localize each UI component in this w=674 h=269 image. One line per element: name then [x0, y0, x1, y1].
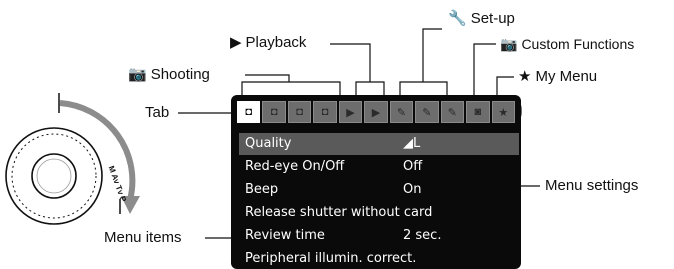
tab-shooting-3[interactable]: ◘	[287, 101, 312, 123]
mymenu-label: ★ My Menu	[518, 68, 598, 85]
tab-shooting-2[interactable]: ◘	[262, 101, 286, 123]
setup-label: 🔧 Set-up	[448, 10, 515, 27]
menu-row[interactable]: Review time 2 sec.	[239, 225, 519, 247]
wrench-icon: ✎	[447, 106, 457, 119]
menu-row[interactable]: Release shutter without card	[239, 202, 519, 224]
wrench-icon: ✎	[396, 106, 407, 119]
camera-icon: 📷	[128, 66, 147, 83]
menu-item-value: Off	[403, 159, 423, 174]
camera-icon: ◘	[321, 106, 329, 118]
menu-settings-label: Menu settings	[545, 177, 639, 194]
tab-playback-1[interactable]: ▶	[338, 101, 363, 123]
playback-icon: ▶	[346, 106, 355, 119]
custom-functions-label: 📷 Custom Functions	[500, 36, 635, 52]
custom-camera-icon: ◙	[474, 106, 482, 118]
menu-row[interactable]: Red-eye On/Off Off	[239, 156, 519, 178]
camera-icon: ◘	[296, 106, 303, 118]
menu-item-label: Review time	[245, 228, 325, 243]
tab-setup-1[interactable]: ✎	[389, 101, 414, 123]
mymenu-leader	[496, 76, 514, 97]
menu-item-value: ◢L	[403, 136, 421, 151]
menu-item-label: Beep	[245, 182, 279, 197]
mode-dial-icon	[5, 127, 103, 225]
playback-leader	[330, 43, 371, 82]
tab-my-menu[interactable]: ★	[491, 101, 515, 123]
menu-tab-bar: ◘ ◘ ◘ ◘ ▶ ▶ ✎ ✎ ✎ ◙ ★	[237, 101, 515, 123]
tab-playback-2[interactable]: ▶	[364, 101, 388, 123]
tab-setup-2[interactable]: ✎	[415, 101, 439, 123]
menu-item-value: On	[403, 182, 422, 197]
playback-label: ▶ Playback	[230, 34, 307, 51]
menu-row[interactable]: Peripheral illumin. correct.	[239, 248, 519, 269]
tab-setup-3[interactable]: ✎	[440, 101, 465, 123]
playback-icon: ▶	[371, 106, 381, 119]
menu-item-label: Peripheral illumin. correct.	[245, 251, 417, 266]
playback-icon: ▶	[230, 34, 242, 51]
tab-shooting-1[interactable]: ◘	[237, 101, 261, 123]
tab-custom-functions[interactable]: ◙	[466, 101, 490, 123]
camera-icon: ◘	[245, 106, 253, 118]
star-icon: ★	[498, 106, 509, 119]
menu-item-label: Quality	[245, 136, 292, 151]
custom-leader	[473, 43, 496, 97]
tab-shooting-4[interactable]: ◘	[313, 101, 337, 123]
lcd-screen: ◘ ◘ ◘ ◘ ▶ ▶ ✎ ✎ ✎ ◙ ★ Quality ◢L Red-eye On/Off Off Be…	[231, 95, 521, 269]
star-icon: ★	[518, 68, 532, 85]
wrench-icon: ✎	[422, 106, 432, 119]
shooting-leader	[245, 74, 290, 82]
custom-camera-icon: 📷	[500, 36, 518, 52]
menu-item-label: Release shutter without card	[245, 205, 433, 220]
setup-leader	[422, 28, 442, 82]
menu-item-label: Red-eye On/Off	[245, 159, 345, 174]
shooting-label: 📷 Shooting	[128, 66, 210, 83]
menu-row[interactable]: Beep On	[239, 179, 519, 201]
menu-row[interactable]: Quality ◢L	[239, 133, 519, 155]
camera-icon: ◘	[270, 106, 278, 118]
menu-item-value: 2 sec.	[403, 228, 442, 243]
wrench-icon: 🔧	[448, 10, 467, 27]
menu-items-label: Menu items	[104, 229, 182, 246]
menu-list: Quality ◢L Red-eye On/Off Off Beep On Release …	[239, 133, 519, 269]
tab-label: Tab	[145, 104, 170, 121]
